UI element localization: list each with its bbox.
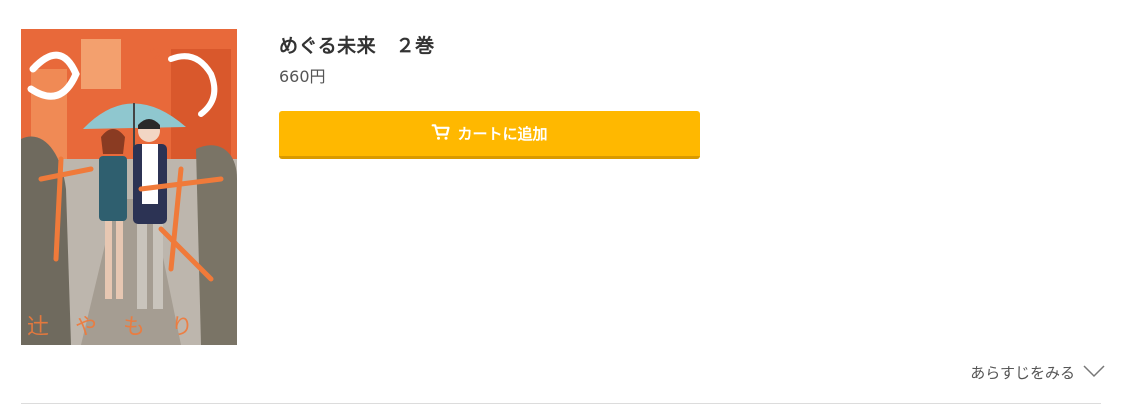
cart-icon: [431, 122, 451, 146]
cover-volume-number: 2: [149, 44, 163, 68]
book-cover-art: 2 辻やもり: [21, 29, 237, 345]
synopsis-toggle-label: あらすじをみる: [970, 364, 1075, 382]
section-divider: [21, 403, 1101, 404]
product-price: 660円: [279, 67, 326, 86]
product-title: めぐる未来 ２巻: [279, 35, 435, 57]
add-to-cart-button[interactable]: カートに追加: [279, 111, 700, 159]
synopsis-toggle[interactable]: あらすじをみる: [970, 362, 1105, 383]
add-to-cart-label: カートに追加: [457, 125, 548, 143]
book-cover[interactable]: 2 辻やもり: [21, 29, 237, 345]
cover-author-art: 辻やもり: [27, 315, 219, 340]
chevron-down-icon: [1083, 364, 1105, 382]
